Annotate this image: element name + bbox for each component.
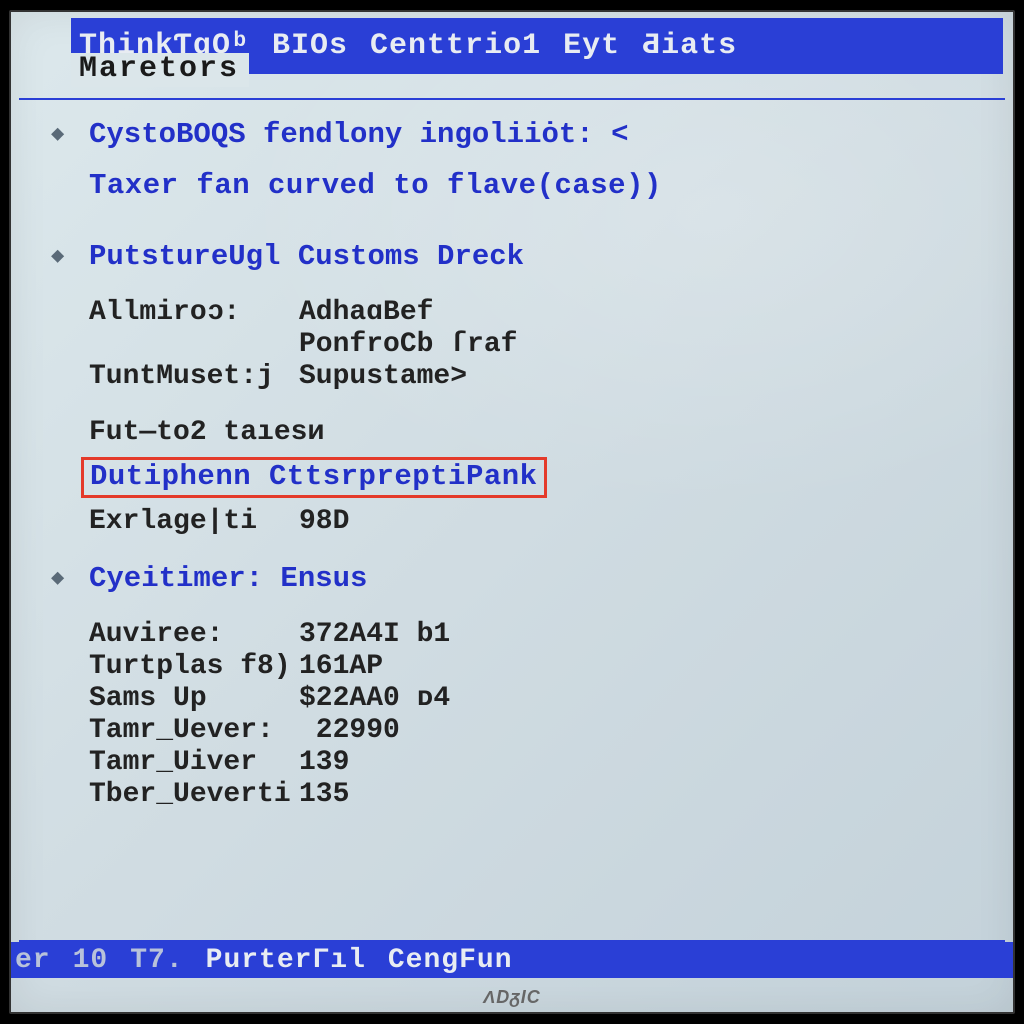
section1-title: CystoBOQS fendlony ingoliiȯt: < — [89, 120, 629, 149]
section2-row-2[interactable]: TuntMuset:j Supustame> — [89, 363, 993, 391]
row-key: Sams Up — [89, 685, 299, 713]
section2-fut[interactable]: Fut—to2 taıesᴎ — [89, 419, 993, 447]
bios-screen: ThinkƬqOᵇ BIOs Centtrio1 Eyt Ƌiats Maret… — [9, 10, 1015, 1014]
footer-left2: 10 — [73, 945, 109, 976]
diamond-icon: ◆ — [51, 246, 79, 268]
diamond-icon: ◆ — [51, 124, 79, 146]
section3-row-3[interactable]: Tamr_Uever: 22990 — [89, 717, 993, 745]
row-val: 161AP — [299, 653, 383, 681]
section1-header[interactable]: ◆ CystoBOQS fendlony ingoliiȯt: < — [51, 120, 993, 149]
row-val: $22AA0 ᴅ4 — [299, 685, 450, 713]
row-val: 139 — [299, 749, 349, 777]
section3-row-0[interactable]: Auviree: 372A4I b1 — [89, 621, 993, 649]
footer-item-0[interactable]: PurterГıl — [206, 945, 366, 976]
bios-content: ◆ CystoBOQS fendlony ingoliiȯt: < Taxer … — [51, 120, 993, 922]
menu-item-2[interactable]: Centtrio1 — [370, 29, 541, 63]
menu-item-1[interactable]: BIOs — [272, 29, 348, 63]
menu-item-3[interactable]: Eyt — [563, 29, 620, 63]
row-val: 22990 — [299, 717, 400, 745]
section2-row-0[interactable]: Allmiroᴐ: AdhaɑBef — [89, 299, 993, 327]
footer-left1: er — [15, 945, 51, 976]
row-val: 98D — [299, 508, 349, 536]
section3-title: Cyeitimer: Ensus — [89, 564, 367, 593]
row-val: Supustame> — [299, 363, 467, 391]
row-key: Tamr_Uiver — [89, 749, 299, 777]
section3-row-2[interactable]: Sams Up $22AA0 ᴅ4 — [89, 685, 993, 713]
fut-text: Fut—to2 taıesᴎ — [89, 419, 324, 447]
row-key: Allmiroᴐ: — [89, 299, 299, 327]
footer-left3: T7. — [130, 945, 183, 976]
row-key: Exrlage|ti — [89, 508, 299, 536]
section3-row-4[interactable]: Tamr_Uiver 139 — [89, 749, 993, 777]
row-val: 372A4I b1 — [299, 621, 450, 649]
row-val: PonfroCb ſraf — [299, 331, 517, 359]
row-val: 135 — [299, 781, 349, 809]
row-key: TuntMuset:j — [89, 363, 299, 391]
row-key: Tamr_Uever: — [89, 717, 299, 745]
highlighted-option[interactable]: Dutiphenn CttsrpreptiPank — [81, 457, 547, 498]
section1-line2[interactable]: Taxer fan curved to flave(case)) — [89, 171, 993, 200]
row-key: Turtplas f8) — [89, 653, 299, 681]
row-val: AdhaɑBef — [299, 299, 433, 327]
row-key — [89, 331, 299, 359]
row-key: Auviree: — [89, 621, 299, 649]
section2-row-1: PonfroCb ſraf — [89, 331, 993, 359]
section3-row-1[interactable]: Turtplas f8) 161AP — [89, 653, 993, 681]
section3-row-5[interactable]: Tber_Ueverti 135 — [89, 781, 993, 809]
monitor-brand: ΛDᵹIC — [483, 987, 541, 1008]
section2-header[interactable]: ◆ PutstureUgl Customs Dreck — [51, 242, 993, 271]
divider-top — [19, 98, 1005, 100]
diamond-icon: ◆ — [51, 568, 79, 590]
footer-item-1[interactable]: CengFun — [388, 945, 513, 976]
section2-title: PutstureUgl Customs Dreck — [89, 242, 524, 271]
section3-header[interactable]: ◆ Cyeitimer: Ensus — [51, 564, 993, 593]
active-tab[interactable]: Maretors — [71, 53, 249, 87]
row-key: Tber_Ueverti — [89, 781, 299, 809]
section2-exr[interactable]: Exrlage|ti 98D — [89, 508, 993, 536]
footer-bar: er 10 T7. PurterГıl CengFun — [11, 942, 1013, 978]
menu-item-4[interactable]: Ƌiats — [642, 29, 737, 63]
